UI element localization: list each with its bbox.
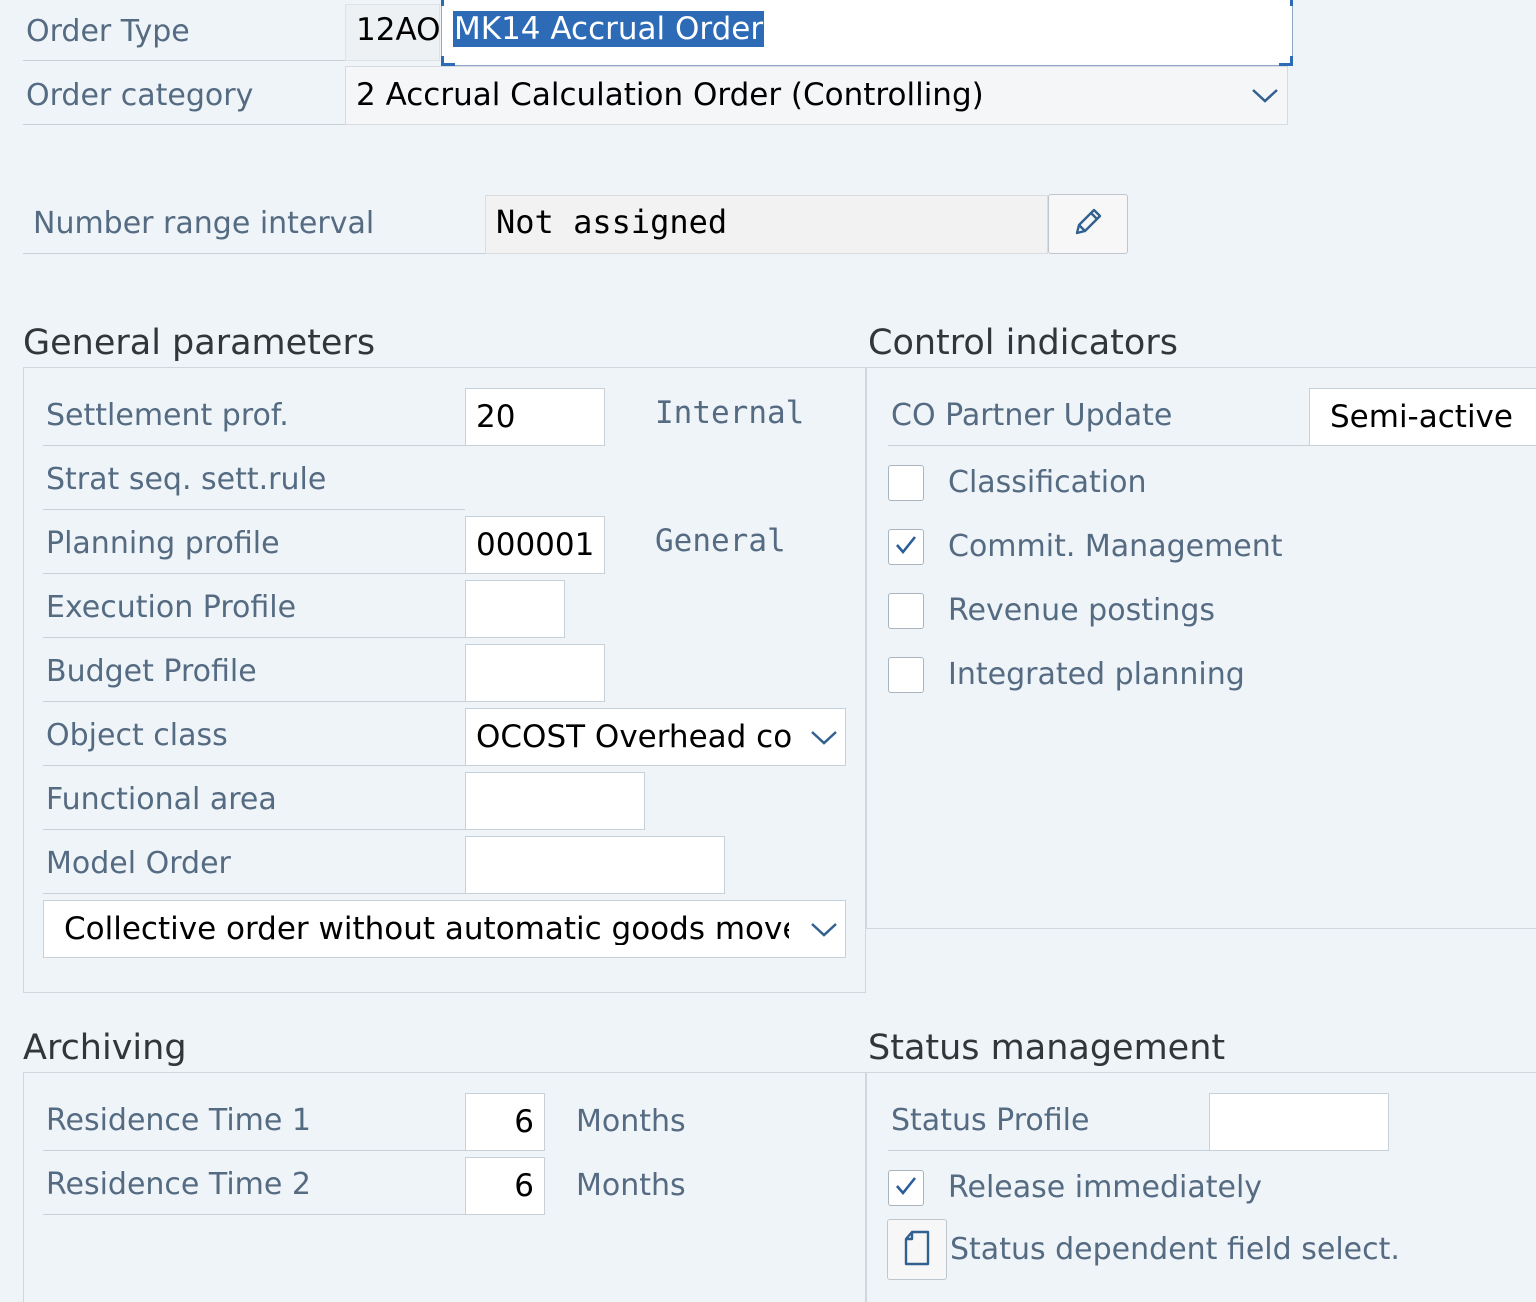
object-class-label: Object class bbox=[43, 708, 465, 766]
settlement-profile-desc: Internal bbox=[655, 398, 805, 429]
archiving-title: Archiving bbox=[23, 1028, 187, 1068]
number-range-label: Number range interval bbox=[23, 195, 485, 254]
status-field-select-label[interactable]: Status dependent field select. bbox=[950, 1235, 1400, 1265]
residence-time-1-input[interactable]: 6 bbox=[465, 1093, 545, 1151]
number-range-value: Not assigned bbox=[485, 195, 1048, 254]
residence-time-2-input[interactable]: 6 bbox=[465, 1157, 545, 1215]
release-immediately-checkbox-row[interactable]: Release immediately bbox=[888, 1168, 1262, 1208]
model-order-input[interactable] bbox=[465, 836, 725, 894]
chevron-down-icon[interactable] bbox=[810, 730, 838, 746]
budget-profile-label: Budget Profile bbox=[43, 644, 465, 702]
co-partner-update-select[interactable]: Semi-active bbox=[1309, 388, 1536, 446]
settlement-profile-input[interactable]: 20 bbox=[465, 388, 605, 446]
general-parameters-title: General parameters bbox=[23, 323, 376, 363]
collective-order-select[interactable]: Collective order without automatic goods… bbox=[43, 900, 846, 958]
functional-area-label: Functional area bbox=[43, 772, 465, 830]
budget-profile-input[interactable] bbox=[465, 644, 605, 702]
settlement-profile-label: Settlement prof. bbox=[43, 388, 465, 446]
residence-time-1-label: Residence Time 1 bbox=[43, 1093, 465, 1151]
chevron-down-icon[interactable] bbox=[810, 922, 838, 938]
strat-seq-label: Strat seq. sett.rule bbox=[43, 452, 465, 510]
commit-management-checkbox-row[interactable]: Commit. Management bbox=[888, 527, 1283, 567]
planning-profile-desc: General bbox=[655, 526, 786, 557]
chevron-down-icon[interactable] bbox=[1251, 88, 1279, 104]
order-type-code-field[interactable]: 12AO bbox=[345, 4, 441, 61]
revenue-postings-checkbox[interactable] bbox=[888, 593, 924, 629]
check-icon bbox=[893, 532, 919, 562]
classification-checkbox-row[interactable]: Classification bbox=[888, 463, 1147, 503]
order-type-desc-text: MK14 Accrual Order bbox=[453, 11, 765, 47]
order-category-label: Order category bbox=[23, 66, 345, 125]
order-category-select[interactable]: 2 Accrual Calculation Order (Controlling… bbox=[345, 66, 1288, 125]
integrated-planning-checkbox-row[interactable]: Integrated planning bbox=[888, 655, 1245, 695]
execution-profile-input[interactable] bbox=[465, 580, 565, 638]
residence-time-2-label: Residence Time 2 bbox=[43, 1157, 465, 1215]
planning-profile-label: Planning profile bbox=[43, 516, 465, 574]
status-management-title: Status management bbox=[868, 1028, 1226, 1068]
pencil-icon bbox=[1071, 205, 1105, 243]
integrated-planning-checkbox[interactable] bbox=[888, 657, 924, 693]
classification-label: Classification bbox=[948, 465, 1147, 500]
model-order-label: Model Order bbox=[43, 836, 465, 894]
order-type-label: Order Type bbox=[23, 0, 345, 61]
check-icon bbox=[893, 1173, 919, 1203]
commit-management-label: Commit. Management bbox=[948, 529, 1283, 564]
residence-time-1-unit: Months bbox=[576, 1104, 686, 1139]
control-indicators-title: Control indicators bbox=[868, 323, 1178, 363]
release-immediately-label: Release immediately bbox=[948, 1170, 1263, 1205]
execution-profile-label: Execution Profile bbox=[43, 580, 465, 638]
control-indicators-panel bbox=[866, 367, 1536, 929]
functional-area-input[interactable] bbox=[465, 772, 645, 830]
order-type-desc-input[interactable]: MK14 Accrual Order bbox=[441, 0, 1293, 66]
document-icon bbox=[902, 1229, 932, 1271]
revenue-postings-label: Revenue postings bbox=[948, 593, 1215, 628]
status-profile-input[interactable] bbox=[1209, 1093, 1389, 1151]
status-field-select-button[interactable] bbox=[887, 1219, 947, 1280]
commit-management-checkbox[interactable] bbox=[888, 529, 924, 565]
classification-checkbox[interactable] bbox=[888, 465, 924, 501]
edit-number-range-button[interactable] bbox=[1048, 194, 1128, 254]
planning-profile-input[interactable]: 000001 bbox=[465, 516, 605, 574]
revenue-postings-checkbox-row[interactable]: Revenue postings bbox=[888, 591, 1215, 631]
residence-time-2-unit: Months bbox=[576, 1168, 686, 1203]
integrated-planning-label: Integrated planning bbox=[948, 657, 1245, 692]
object-class-select[interactable]: OCOST Overhead co bbox=[465, 708, 846, 766]
status-profile-label: Status Profile bbox=[888, 1093, 1209, 1151]
co-partner-update-label: CO Partner Update bbox=[888, 388, 1309, 446]
release-immediately-checkbox[interactable] bbox=[888, 1170, 924, 1206]
